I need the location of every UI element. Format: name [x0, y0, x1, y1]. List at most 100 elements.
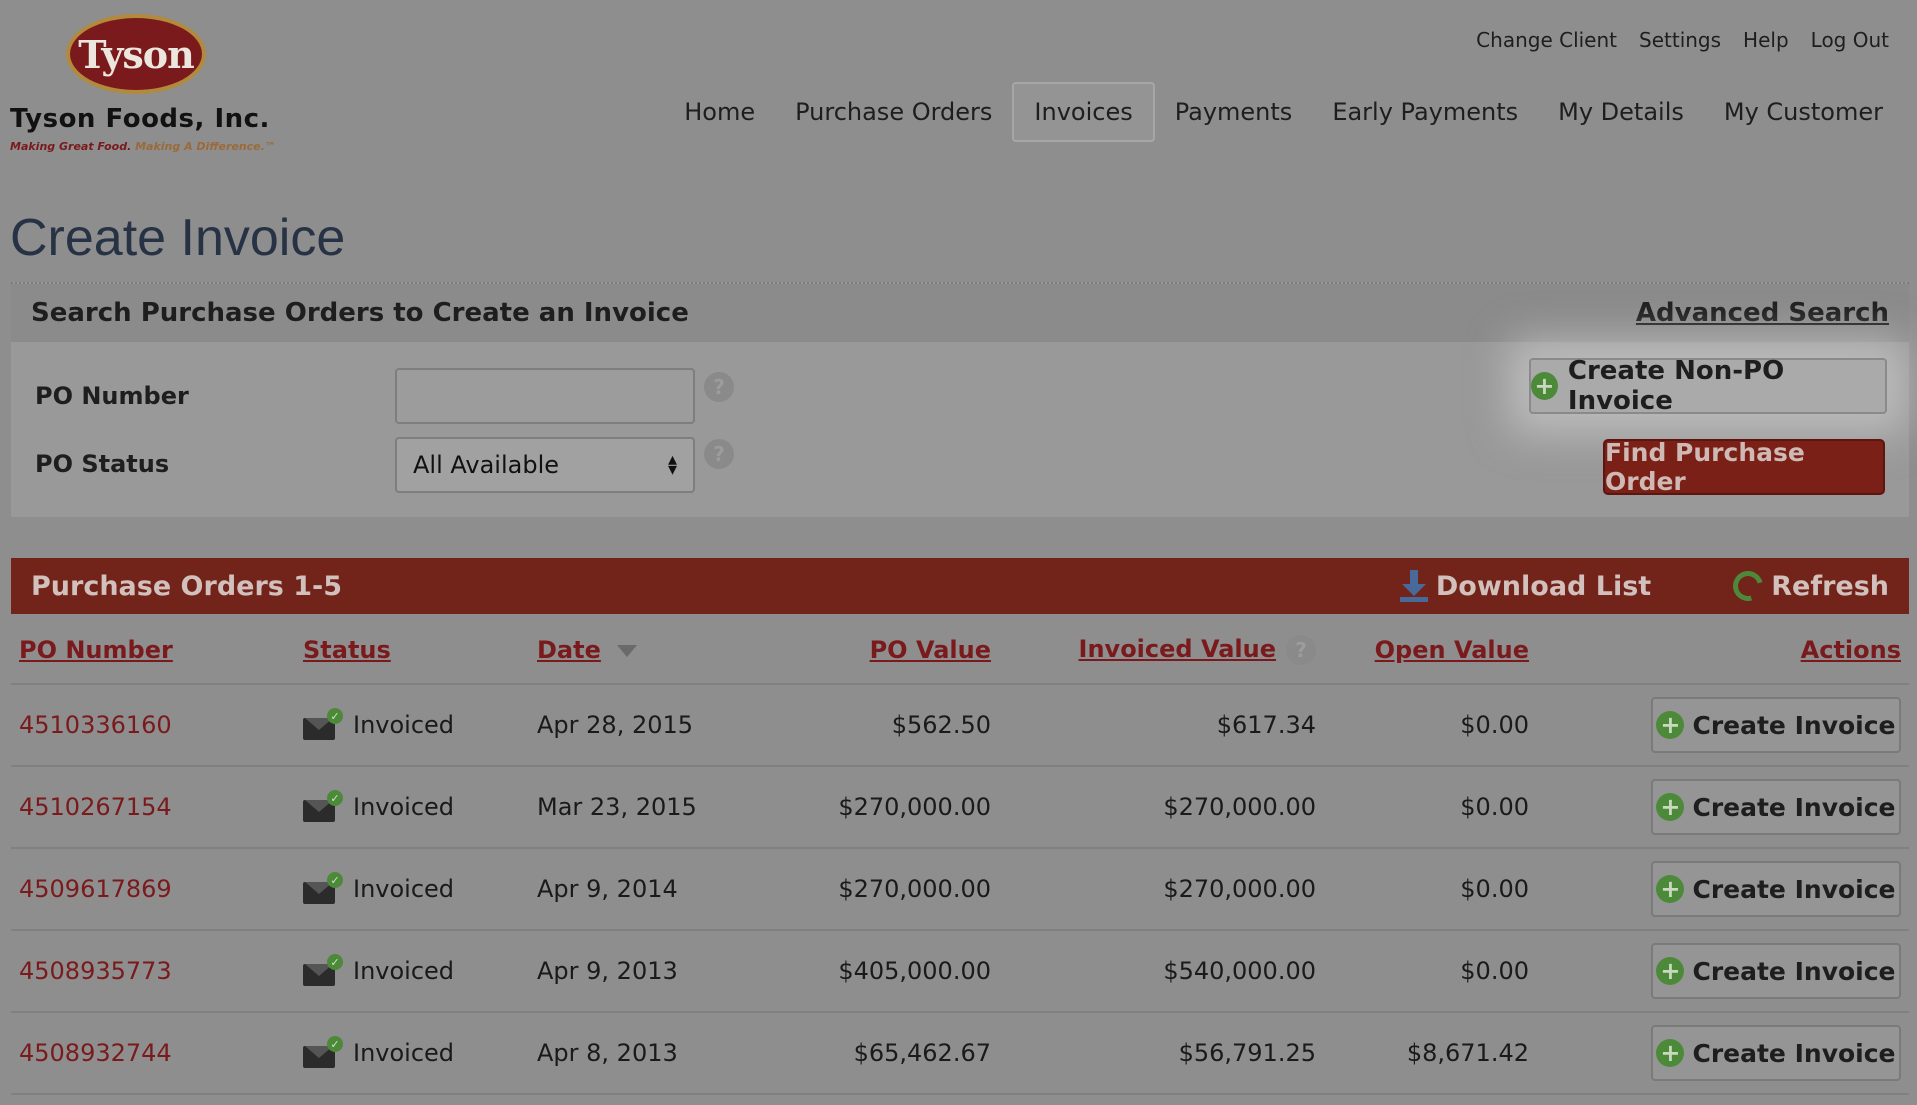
po-number-link[interactable]: 4509617869 — [11, 848, 295, 931]
envelope-check-icon: ✓ — [303, 954, 343, 986]
po-number-link[interactable]: 4510336160 — [11, 684, 295, 767]
results-header: Purchase Orders 1-5 Download List Refres… — [11, 558, 1909, 614]
logo-company-name: Tyson Foods, Inc. — [10, 104, 270, 134]
table-row: 4508935773 ✓ Invoiced Apr 9, 2013 $405,000.0… — [11, 930, 1909, 1013]
nav-payments[interactable]: Payments — [1155, 84, 1313, 140]
po-number-link[interactable]: 4508932744 — [11, 1012, 295, 1095]
po-number-help-icon[interactable]: ? — [704, 372, 734, 402]
invoiced-value-cell: $540,000.00 — [999, 930, 1324, 1013]
sort-desc-icon — [616, 644, 637, 657]
table-row: 4509617869 ✓ Invoiced Apr 9, 2014 $270,000.0… — [11, 848, 1909, 931]
nav-early-payments[interactable]: Early Payments — [1312, 84, 1538, 140]
create-invoice-button[interactable]: + Create Invoice — [1651, 779, 1901, 835]
logo-mark: Tyson — [66, 14, 206, 94]
open-value-cell: $0.00 — [1324, 684, 1537, 767]
actions-cell: + Create Invoice — [1537, 930, 1909, 1013]
refresh-icon — [1727, 565, 1769, 607]
open-value-cell: $0.00 — [1324, 766, 1537, 849]
create-invoice-label: Create Invoice — [1692, 792, 1896, 822]
help-link[interactable]: Help — [1743, 28, 1789, 52]
page-title: Create Invoice — [10, 209, 346, 267]
search-heading: Search Purchase Orders to Create an Invo… — [31, 298, 689, 328]
plus-circle-icon: + — [1656, 875, 1685, 903]
create-invoice-button[interactable]: + Create Invoice — [1651, 1025, 1901, 1081]
table-row: 4510336160 ✓ Invoiced Apr 28, 2015 $562.50 $6… — [11, 684, 1909, 767]
create-invoice-label: Create Invoice — [1692, 1038, 1896, 1068]
date-cell: Mar 23, 2015 — [529, 766, 789, 849]
settings-link[interactable]: Settings — [1639, 28, 1721, 52]
create-non-po-invoice-button[interactable]: + Create Non-PO Invoice — [1529, 356, 1887, 416]
actions-cell: + Create Invoice — [1537, 684, 1909, 767]
invoiced-value-cell: $56,791.25 — [999, 1012, 1324, 1095]
po-number-link[interactable]: 4510267154 — [11, 766, 295, 849]
download-icon — [1399, 570, 1428, 602]
open-value-cell: $0.00 — [1324, 930, 1537, 1013]
create-invoice-button[interactable]: + Create Invoice — [1651, 861, 1901, 917]
search-panel: Search Purchase Orders to Create an Invo… — [11, 282, 1909, 517]
help-icon[interactable]: ? — [1286, 634, 1316, 665]
date-cell: Apr 9, 2014 — [529, 848, 789, 931]
nav-invoices[interactable]: Invoices — [1012, 82, 1155, 142]
col-invoiced-value[interactable]: Invoiced Value? — [999, 616, 1324, 685]
plus-circle-icon: + — [1656, 957, 1685, 985]
create-invoice-label: Create Invoice — [1692, 710, 1896, 740]
refresh-label: Refresh — [1771, 570, 1889, 602]
po-number-link[interactable]: 4508935773 — [11, 930, 295, 1013]
po-status-select[interactable]: All Available ▴ ▾ — [395, 437, 695, 493]
create-non-po-invoice-label: Create Non-PO Invoice — [1567, 356, 1785, 416]
company-logo[interactable]: Tyson Tyson Foods, Inc. Making Great Foo… — [10, 14, 276, 164]
status-cell: ✓ Invoiced — [295, 848, 529, 931]
po-value-cell: $405,000.00 — [789, 930, 999, 1013]
col-open-value[interactable]: Open Value — [1324, 616, 1537, 685]
table-row: 4510267154 ✓ Invoiced Mar 23, 2015 $270,000.… — [11, 766, 1909, 849]
log-out-link[interactable]: Log Out — [1811, 28, 1889, 52]
date-cell: Apr 9, 2013 — [529, 930, 789, 1013]
po-status-label: PO Status — [35, 450, 170, 478]
col-date[interactable]: Date — [529, 616, 789, 685]
actions-cell: + Create Invoice — [1537, 766, 1909, 849]
create-invoice-button[interactable]: + Create Invoice — [1651, 697, 1901, 753]
plus-circle-icon: + — [1656, 793, 1685, 821]
envelope-check-icon: ✓ — [303, 708, 343, 740]
envelope-check-icon: ✓ — [303, 1036, 343, 1068]
nav-my-customer[interactable]: My Customer — [1704, 84, 1903, 140]
nav-purchase-orders[interactable]: Purchase Orders — [775, 84, 1012, 140]
change-client-link[interactable]: Change Client — [1476, 28, 1617, 52]
plus-circle-icon: + — [1656, 711, 1685, 739]
refresh-button[interactable]: Refresh — [1727, 565, 1889, 607]
open-value-cell: $8,671.42 — [1324, 1012, 1537, 1095]
nav-home[interactable]: Home — [664, 84, 775, 140]
col-po-number[interactable]: PO Number — [11, 616, 295, 685]
nav-my-details[interactable]: My Details — [1538, 84, 1704, 140]
find-purchase-order-button[interactable]: Find Purchase Order — [1603, 438, 1885, 496]
utility-nav: Change Client Settings Help Log Out — [1476, 28, 1889, 52]
envelope-check-icon: ✓ — [303, 872, 343, 904]
status-cell: ✓ Invoiced — [295, 684, 529, 767]
status-text: Invoiced — [353, 875, 455, 903]
po-status-help-icon[interactable]: ? — [704, 439, 734, 469]
status-text: Invoiced — [353, 957, 455, 985]
open-value-cell: $0.00 — [1324, 848, 1537, 931]
col-date-label: Date — [537, 635, 601, 664]
invoiced-value-cell: $270,000.00 — [999, 766, 1324, 849]
download-list-label: Download List — [1435, 570, 1652, 602]
status-text: Invoiced — [353, 1039, 455, 1067]
status-text: Invoiced — [353, 793, 455, 821]
po-value-cell: $270,000.00 — [789, 848, 999, 931]
po-status-value: All Available — [413, 451, 560, 479]
create-invoice-label: Create Invoice — [1692, 874, 1896, 904]
download-list-button[interactable]: Download List — [1399, 570, 1652, 602]
col-status[interactable]: Status — [295, 616, 529, 685]
col-invoiced-value-label: Invoiced Value — [1078, 634, 1276, 663]
create-invoice-button[interactable]: + Create Invoice — [1651, 943, 1901, 999]
actions-cell: + Create Invoice — [1537, 848, 1909, 931]
actions-cell: + Create Invoice — [1537, 1012, 1909, 1095]
results-title: Purchase Orders 1-5 — [31, 570, 343, 602]
table-header-row: PO Number Status Date PO Value Invoiced … — [11, 616, 1909, 685]
logo-tagline: Making Great Food. Making A Difference.™ — [10, 140, 276, 153]
advanced-search-link[interactable]: Advanced Search — [1636, 298, 1889, 328]
search-header: Search Purchase Orders to Create an Invo… — [11, 284, 1909, 342]
po-number-input[interactable] — [395, 368, 695, 424]
invoiced-value-cell: $270,000.00 — [999, 848, 1324, 931]
col-po-value[interactable]: PO Value — [789, 616, 999, 685]
